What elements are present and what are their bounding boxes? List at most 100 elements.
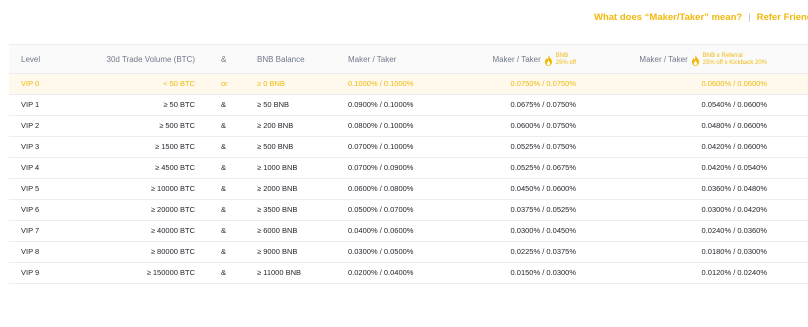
header-maker-taker: Maker / Taker	[348, 55, 397, 64]
cell-bnb-balance: ≥ 50 BNB	[257, 100, 290, 109]
header-level: Level	[21, 55, 41, 64]
cell-maker-taker: 0.0800% / 0.1000%	[348, 121, 414, 130]
cell-operator: &	[221, 100, 227, 109]
cell-bnb-balance: ≥ 6000 BNB	[257, 226, 298, 235]
table-row: VIP 9 ≥ 150000 BTC & ≥ 11000 BNB 0.0200% / 0…	[9, 263, 808, 284]
bnb-tag-line2: 25% off	[555, 60, 576, 66]
flame-icon	[544, 54, 552, 66]
cell-bnb-discount: 0.0450% / 0.0600%	[510, 184, 576, 193]
table-row: VIP 6 ≥ 20000 BTC & ≥ 3500 BNB 0.0500% / 0.0…	[9, 200, 808, 221]
cell-volume: ≥ 20000 BTC	[150, 205, 195, 214]
cell-level: VIP 3	[21, 142, 40, 151]
cell-operator: &	[221, 268, 227, 277]
cell-volume: ≥ 4500 BTC	[155, 163, 195, 172]
cell-operator: &	[221, 226, 227, 235]
top-links: What does “Maker/Taker” mean? | Refer Frie…	[594, 12, 808, 23]
cell-level: VIP 1	[21, 100, 40, 109]
header-volume: 30d Trade Volume (BTC)	[106, 55, 195, 64]
header-operator: &	[221, 55, 227, 64]
cell-maker-taker: 0.0300% / 0.0500%	[348, 247, 414, 256]
header-bnb-balance: BNB Balance	[257, 55, 305, 64]
cell-bnb-discount: 0.0600% / 0.0750%	[510, 121, 576, 130]
cell-bnb-balance: ≥ 2000 BNB	[257, 184, 298, 193]
cell-maker-taker: 0.0700% / 0.0900%	[348, 163, 414, 172]
cell-operator: or	[221, 79, 228, 88]
cell-bnb-discount: 0.0525% / 0.0750%	[510, 142, 576, 151]
cell-bnb-balance: ≥ 9000 BNB	[257, 247, 298, 256]
cell-referral: 0.0360% / 0.0480%	[701, 184, 767, 193]
cell-referral: 0.0180% / 0.0300%	[701, 247, 767, 256]
cell-volume: ≥ 80000 BTC	[150, 247, 195, 256]
table-row: VIP 4 ≥ 4500 BTC & ≥ 1000 BNB 0.0700% / 0.09…	[9, 158, 808, 179]
cell-bnb-balance: ≥ 500 BNB	[257, 142, 294, 151]
cell-referral: 0.0540% / 0.0600%	[701, 100, 767, 109]
cell-maker-taker: 0.0600% / 0.0800%	[348, 184, 414, 193]
header-bnb-maker-taker: Maker / Taker	[492, 55, 541, 64]
cell-volume: ≥ 10000 BTC	[150, 184, 195, 193]
referral-tag: BNB x Referral 25% off x Kickback 20%	[703, 53, 767, 67]
cell-bnb-balance: ≥ 1000 BNB	[257, 163, 298, 172]
cell-level: VIP 8	[21, 247, 40, 256]
header-bnb-discount: Maker / Taker BNB 25% off	[492, 50, 576, 70]
cell-operator: &	[221, 247, 227, 256]
table-row: VIP 7 ≥ 40000 BTC & ≥ 6000 BNB 0.0400% / 0.0…	[9, 221, 808, 242]
table-row: VIP 3 ≥ 1500 BTC & ≥ 500 BNB 0.0700% / 0.100…	[9, 137, 808, 158]
cell-maker-taker: 0.0400% / 0.0600%	[348, 226, 414, 235]
cell-referral: 0.0240% / 0.0360%	[701, 226, 767, 235]
cell-operator: &	[221, 184, 227, 193]
cell-bnb-discount: 0.0675% / 0.0750%	[510, 100, 576, 109]
cell-bnb-balance: ≥ 0 BNB	[257, 79, 285, 88]
cell-volume: ≥ 1500 BTC	[155, 142, 195, 151]
header-ref-maker-taker: Maker / Taker	[639, 55, 688, 64]
cell-maker-taker: 0.0900% / 0.1000%	[348, 100, 414, 109]
refer-friends-link[interactable]: Refer Friends t	[757, 12, 808, 23]
cell-operator: &	[221, 142, 227, 151]
table-body: VIP 0 < 50 BTC or ≥ 0 BNB 0.1000% / 0.1000% 0…	[9, 74, 808, 284]
cell-volume: < 50 BTC	[163, 79, 195, 88]
cell-bnb-discount: 0.0225% / 0.0375%	[510, 247, 576, 256]
cell-referral: 0.0600% / 0.0600%	[701, 79, 767, 88]
cell-volume: ≥ 50 BTC	[163, 100, 195, 109]
cell-bnb-balance: ≥ 11000 BNB	[257, 268, 302, 277]
cell-bnb-balance: ≥ 3500 BNB	[257, 205, 298, 214]
cell-bnb-discount: 0.0375% / 0.0525%	[510, 205, 576, 214]
maker-taker-link[interactable]: What does “Maker/Taker” mean?	[594, 12, 742, 23]
cell-bnb-discount: 0.0750% / 0.0750%	[510, 79, 576, 88]
link-separator: |	[748, 12, 751, 23]
cell-maker-taker: 0.0700% / 0.1000%	[348, 142, 414, 151]
cell-volume: ≥ 40000 BTC	[150, 226, 195, 235]
table-row: VIP 5 ≥ 10000 BTC & ≥ 2000 BNB 0.0600% / 0.0…	[9, 179, 808, 200]
cell-referral: 0.0420% / 0.0540%	[701, 163, 767, 172]
cell-operator: &	[221, 163, 227, 172]
cell-referral: 0.0120% / 0.0240%	[701, 268, 767, 277]
table-header: Level 30d Trade Volume (BTC) & BNB Balan…	[9, 44, 808, 74]
header-referral: Maker / Taker BNB x Referral 25% off x K…	[639, 50, 767, 70]
cell-bnb-discount: 0.0300% / 0.0450%	[510, 226, 576, 235]
cell-operator: &	[221, 205, 227, 214]
table-row: VIP 0 < 50 BTC or ≥ 0 BNB 0.1000% / 0.1000% 0…	[9, 74, 808, 95]
cell-maker-taker: 0.1000% / 0.1000%	[348, 79, 414, 88]
cell-level: VIP 7	[21, 226, 40, 235]
cell-level: VIP 5	[21, 184, 40, 193]
cell-level: VIP 4	[21, 163, 40, 172]
table-row: VIP 8 ≥ 80000 BTC & ≥ 9000 BNB 0.0300% / 0.0…	[9, 242, 808, 263]
ref-tag-line1: BNB x Referral	[702, 53, 743, 59]
cell-referral: 0.0420% / 0.0600%	[701, 142, 767, 151]
table-row: VIP 1 ≥ 50 BTC & ≥ 50 BNB 0.0900% / 0.1000% 0…	[9, 95, 808, 116]
cell-referral: 0.0300% / 0.0420%	[701, 205, 767, 214]
cell-volume: ≥ 150000 BTC	[146, 268, 195, 277]
fee-table: Level 30d Trade Volume (BTC) & BNB Balan…	[9, 44, 808, 284]
bnb-tag-line1: BNB	[555, 53, 569, 59]
cell-volume: ≥ 500 BTC	[159, 121, 195, 130]
cell-bnb-discount: 0.0150% / 0.0300%	[510, 268, 576, 277]
cell-level: VIP 9	[21, 268, 40, 277]
flame-icon	[691, 54, 699, 66]
cell-level: VIP 6	[21, 205, 40, 214]
cell-bnb-balance: ≥ 200 BNB	[257, 121, 294, 130]
bnb-discount-tag: BNB 25% off	[556, 53, 576, 67]
cell-bnb-discount: 0.0525% / 0.0675%	[510, 163, 576, 172]
cell-operator: &	[221, 121, 227, 130]
cell-level: VIP 2	[21, 121, 40, 130]
table-row: VIP 2 ≥ 500 BTC & ≥ 200 BNB 0.0800% / 0.1000…	[9, 116, 808, 137]
ref-tag-line2: 25% off x Kickback 20%	[702, 60, 767, 66]
